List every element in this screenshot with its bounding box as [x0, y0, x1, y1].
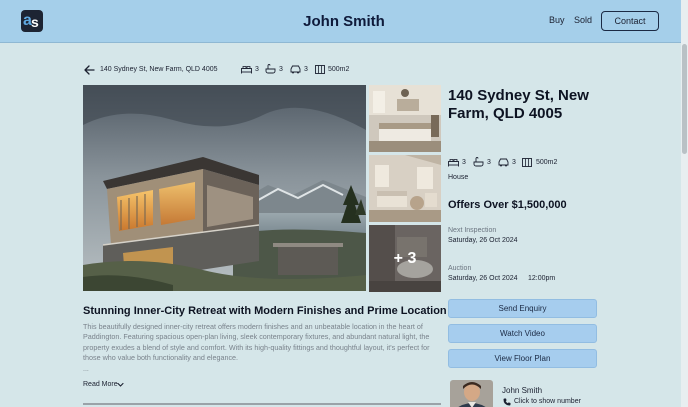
- contact-button[interactable]: Contact: [601, 11, 659, 31]
- nav-sold-link[interactable]: Sold: [574, 15, 592, 25]
- section-divider: [83, 403, 441, 405]
- logo[interactable]: a s: [21, 10, 43, 32]
- car-icon: [290, 65, 301, 74]
- read-more-link[interactable]: Read More: [83, 381, 118, 388]
- breadcrumb-address: 140 Sydney St, New Farm, QLD 4005: [100, 66, 218, 73]
- next-inspection-label: Next Inspection: [448, 227, 497, 234]
- scrollbar-thumb[interactable]: [682, 44, 687, 154]
- agent-avatar: [450, 380, 493, 407]
- auction-time: 12:00pm: [528, 275, 556, 282]
- description-ellipsis: ...: [83, 366, 89, 373]
- back-arrow-icon[interactable]: [83, 64, 95, 76]
- send-enquiry-button[interactable]: Send Enquiry: [448, 299, 597, 318]
- watch-video-button[interactable]: Watch Video: [448, 324, 597, 343]
- land-icon: [522, 158, 532, 167]
- view-floor-plan-button[interactable]: View Floor Plan: [448, 349, 597, 368]
- bed-icon: [241, 66, 252, 74]
- bath-icon: [265, 64, 276, 74]
- auction-label: Auction: [448, 265, 472, 272]
- nav-buy-link[interactable]: Buy: [549, 15, 565, 25]
- details-beds: 3: [462, 159, 466, 166]
- show-number-link[interactable]: Click to show number: [514, 398, 581, 405]
- gallery-thumb-more[interactable]: + 3: [369, 225, 441, 292]
- phone-icon: [503, 398, 511, 406]
- details-baths: 3: [487, 159, 491, 166]
- car-icon: [498, 158, 509, 167]
- agent-name: John Smith: [502, 386, 543, 395]
- logo-letter-s: s: [31, 14, 39, 30]
- breadcrumb-land: 500m2: [328, 66, 350, 73]
- site-header: a s John Smith Buy Sold Contact: [0, 0, 688, 43]
- breadcrumb-baths: 3: [279, 66, 283, 73]
- chevron-down-icon[interactable]: [117, 382, 124, 388]
- bed-icon: [448, 159, 459, 167]
- land-icon: [315, 65, 325, 74]
- property-price: Offers Over $1,500,000: [448, 199, 567, 211]
- gallery-thumb-bedroom[interactable]: [369, 85, 441, 152]
- main-property-photo[interactable]: [83, 85, 366, 291]
- auction-date: Saturday, 26 Oct 2024: [448, 275, 518, 282]
- next-inspection-date: Saturday, 26 Oct 2024: [448, 237, 518, 244]
- bath-icon: [473, 157, 484, 167]
- breadcrumb-cars: 3: [304, 66, 308, 73]
- listing-description: This beautifully designed inner-city ret…: [83, 322, 430, 363]
- more-photos-count: + 3: [369, 225, 441, 292]
- page-scrollbar[interactable]: [681, 0, 688, 407]
- property-type: House: [448, 174, 469, 181]
- listing-heading: Stunning Inner-City Retreat with Modern …: [83, 305, 447, 317]
- details-land: 500m2: [536, 159, 558, 166]
- property-title: 140 Sydney St, New Farm, QLD 4005: [448, 87, 589, 122]
- breadcrumb-beds: 3: [255, 66, 259, 73]
- gallery-thumb-living-room[interactable]: [369, 155, 441, 222]
- details-cars: 3: [512, 159, 516, 166]
